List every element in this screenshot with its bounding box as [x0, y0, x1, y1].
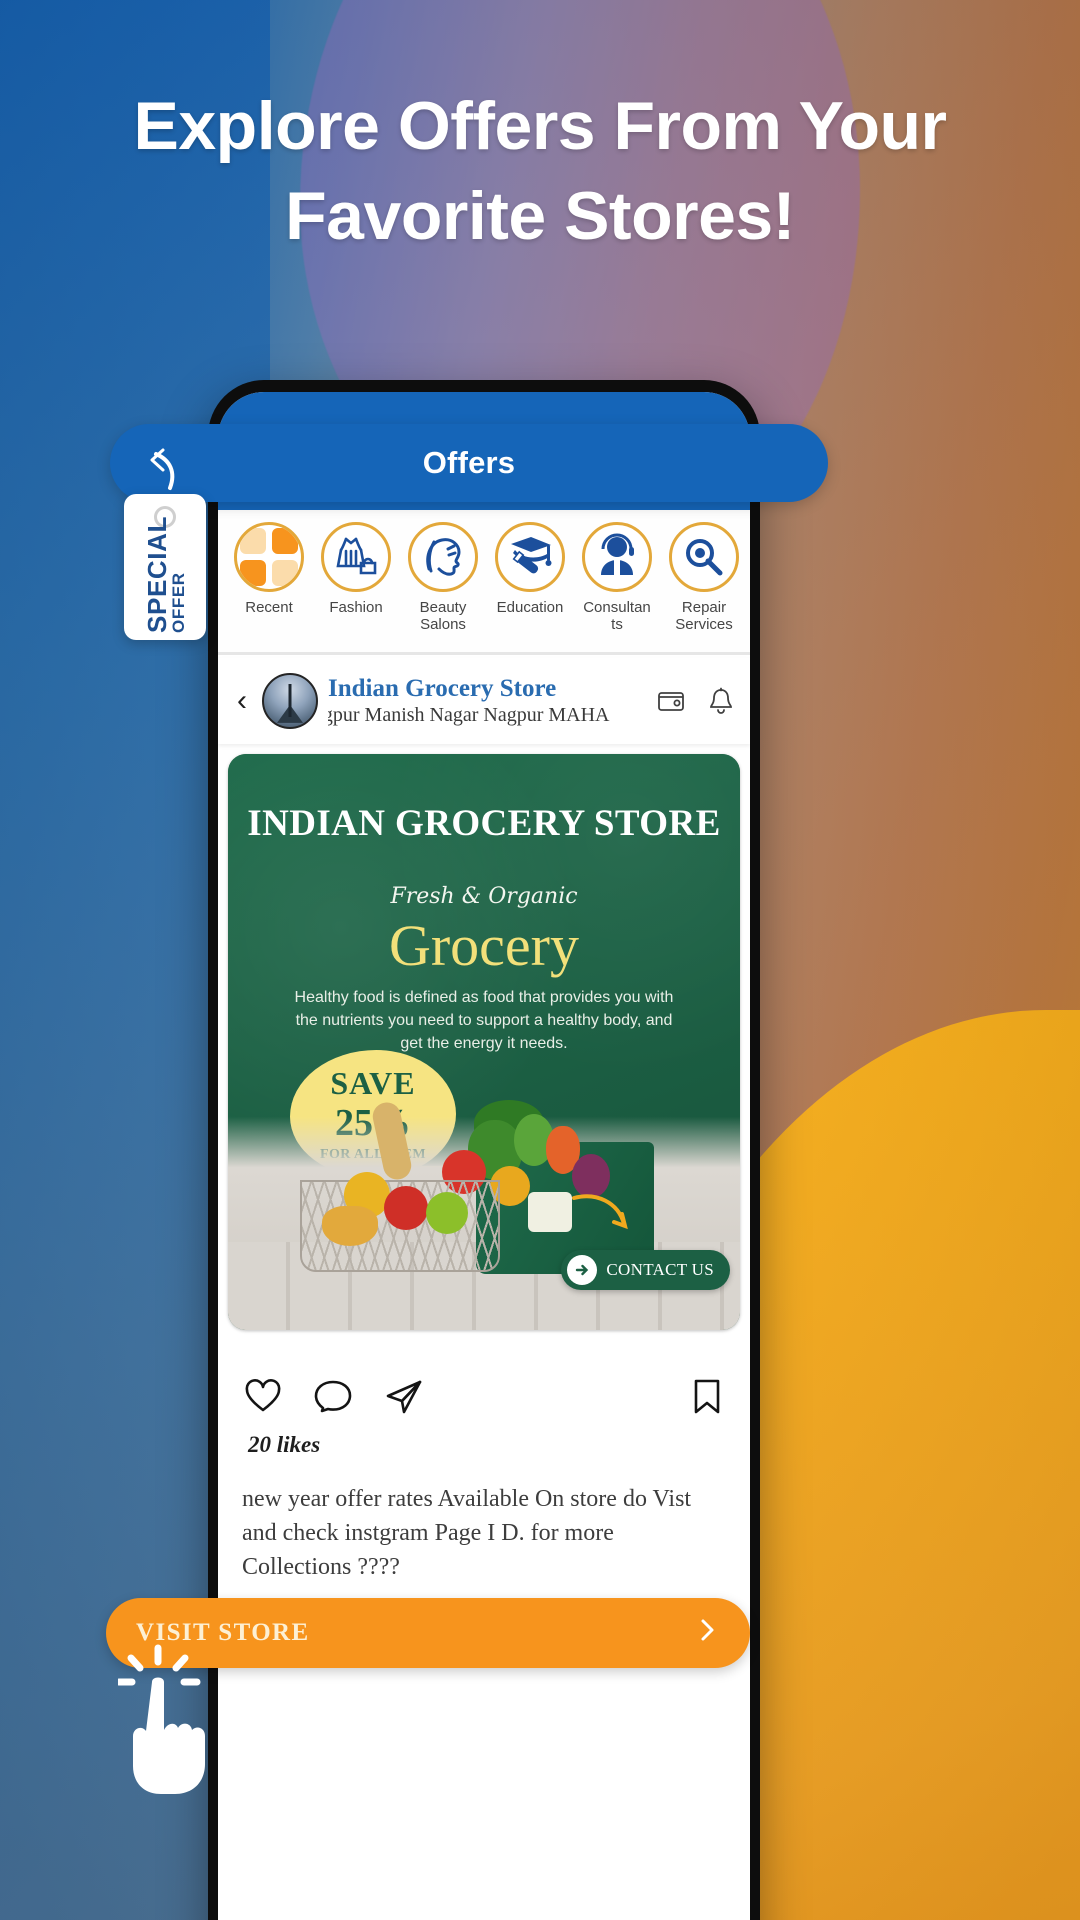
post-caption: new year offer rates Available On store …: [242, 1486, 692, 1581]
poster-script-tagline: Fresh & Organic: [390, 884, 578, 909]
poster-description: Healthy food is defined as food that pro…: [294, 989, 674, 1053]
category-label: Repair Services: [675, 599, 733, 634]
tap-hand-icon: [118, 1644, 205, 1794]
category-item-consultants[interactable]: Consultan ts: [580, 522, 654, 634]
dress-handbag-icon: [321, 522, 391, 592]
special-offer-line-1: SPECIAL: [141, 515, 172, 633]
category-item-recent[interactable]: Recent: [232, 522, 306, 616]
bell-icon[interactable]: [704, 684, 738, 718]
curved-arrow-icon: [572, 1194, 628, 1230]
avatar: [262, 673, 318, 729]
graduation-cap-icon: [495, 522, 565, 592]
chevron-right-icon: [694, 1617, 720, 1649]
post-action-bar[interactable]: [218, 1352, 750, 1444]
contact-us-label: CONTACT US: [606, 1260, 714, 1279]
headset-agent-icon: [582, 522, 652, 592]
category-label: Beauty Salons: [419, 599, 467, 634]
category-label: Consultan ts: [583, 599, 651, 634]
store-name[interactable]: Indian Grocery Store: [328, 675, 648, 703]
page-title: Explore Offers From Your Favorite Stores…: [0, 82, 1080, 262]
paper-plane-icon[interactable]: [382, 1374, 426, 1423]
category-item-education[interactable]: Education: [493, 522, 567, 616]
category-strip[interactable]: Recent Fashion Beauty Salons Education C…: [218, 510, 750, 655]
save-label: SAVE: [330, 1065, 416, 1101]
poster-title: INDIAN GROCERY STORE: [247, 803, 721, 844]
likes-count: 20 likes: [248, 1432, 321, 1457]
category-item-fashion[interactable]: Fashion: [319, 522, 393, 616]
repair-tools-icon: [669, 522, 739, 592]
store-actions[interactable]: [648, 684, 738, 718]
phone-screen: Recent Fashion Beauty Salons Education C…: [218, 392, 750, 1920]
comment-bubble-icon[interactable]: [312, 1375, 354, 1422]
banner-title: Offers: [422, 445, 516, 480]
headline-line-1: Explore Offers From Your: [133, 88, 948, 164]
headline-line-2: Favorite Stores!: [285, 177, 795, 254]
contact-us-button[interactable]: CONTACT US: [561, 1250, 730, 1290]
phone-mockup: Recent Fashion Beauty Salons Education C…: [208, 380, 760, 1920]
bookmark-icon[interactable]: [688, 1376, 726, 1421]
category-item-repair-services[interactable]: Repair Services: [667, 522, 741, 634]
category-item-beauty-salons[interactable]: Beauty Salons: [406, 522, 480, 634]
category-label: Education: [496, 599, 564, 616]
promo-screenshot: Explore Offers From Your Favorite Stores…: [0, 0, 1080, 1920]
wallet-icon[interactable]: [654, 684, 688, 718]
poster-heading: Grocery: [388, 913, 579, 978]
offers-banner: Offers: [110, 424, 828, 502]
chevron-left-icon[interactable]: ‹: [230, 686, 254, 716]
heart-icon[interactable]: [242, 1375, 284, 1422]
category-label: Fashion: [329, 599, 383, 616]
store-meta: Indian Grocery Store agpur Manish Nagar …: [328, 675, 648, 727]
face-profile-icon: [408, 522, 478, 592]
special-offer-tag: SPECIAL OFFER: [124, 494, 206, 640]
store-address: agpur Manish Nagar Nagpur MAHA: [328, 704, 610, 726]
category-label: Recent: [245, 599, 293, 616]
arrow-right-circle-icon: [567, 1255, 598, 1285]
produce-photo: [228, 1098, 740, 1330]
recent-quadrants-icon: [234, 522, 304, 592]
offer-poster[interactable]: INDIAN GROCERY STORE Fresh & Organic Gro…: [228, 754, 740, 1330]
store-header-row[interactable]: ‹ Indian Grocery Store agpur Manish Naga…: [218, 658, 750, 744]
special-offer-tag-text: SPECIAL OFFER: [142, 516, 189, 633]
